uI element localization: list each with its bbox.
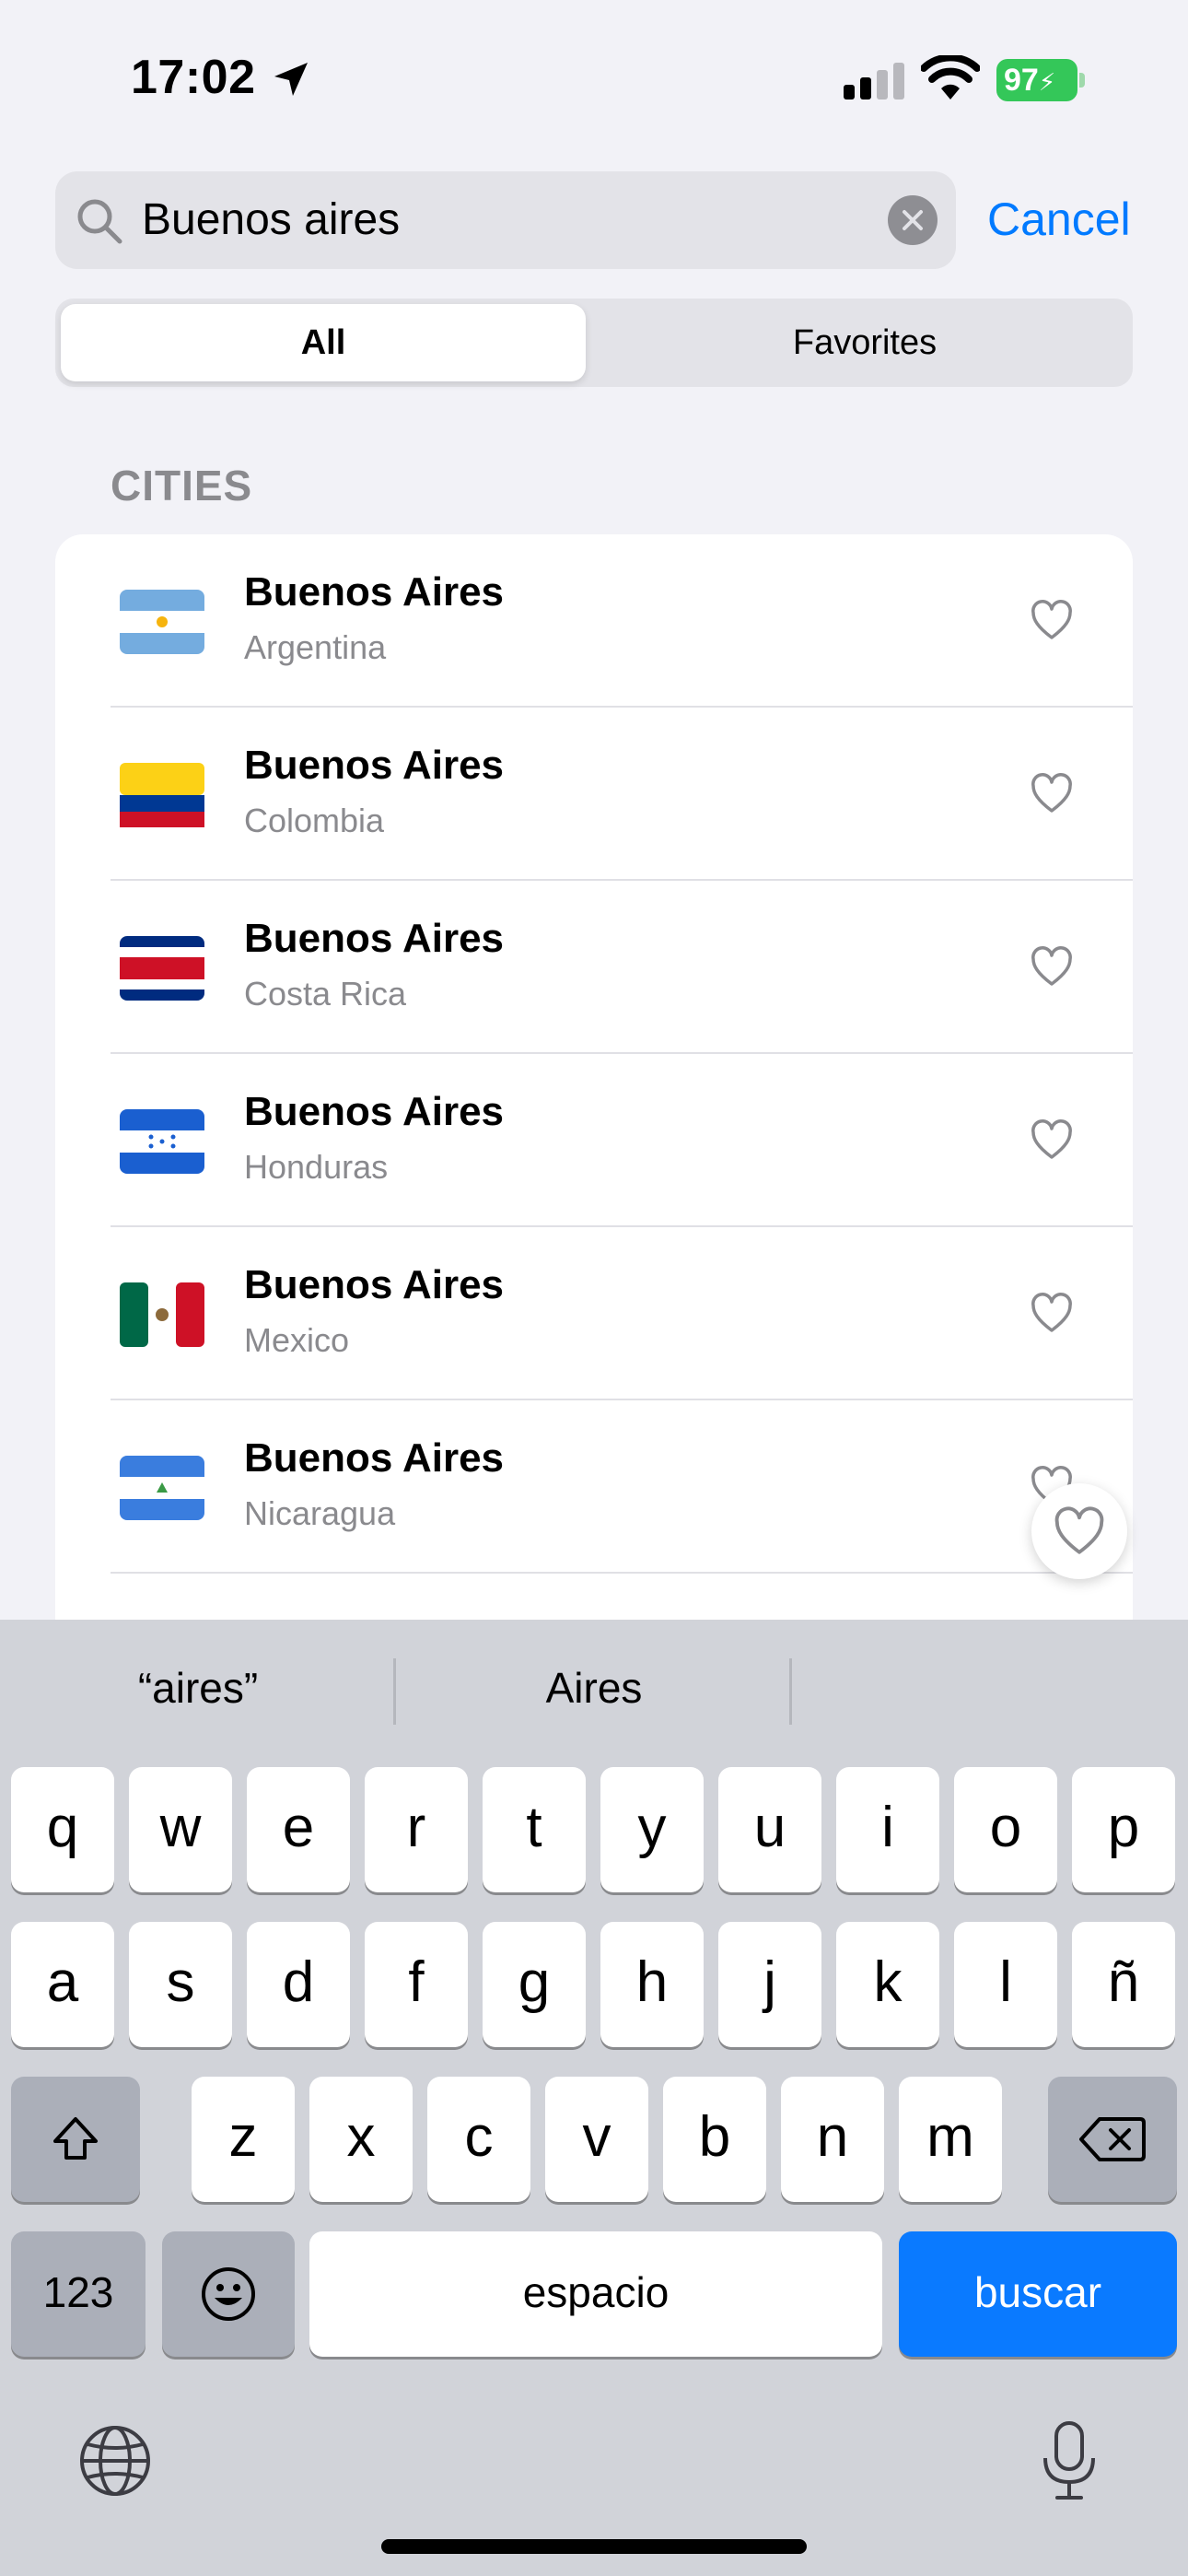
key-k[interactable]: k: [836, 1922, 939, 2047]
results-list: Buenos Aires Argentina Buenos Aires Colo…: [55, 534, 1133, 1622]
search-field[interactable]: Buenos aires: [55, 171, 956, 269]
country-name: Colombia: [244, 802, 385, 839]
home-indicator: [381, 2539, 807, 2554]
key-p[interactable]: p: [1072, 1767, 1175, 1892]
city-name: Buenos Aires: [244, 916, 505, 961]
wifi-icon: [921, 55, 980, 100]
predictive-bar: “aires” Aires: [0, 1620, 1188, 1758]
key-u[interactable]: u: [718, 1767, 821, 1892]
cellular-signal-icon: [844, 63, 904, 100]
screen: 17:02 97⚡ Buenos aires Cancel All Favori…: [0, 0, 1188, 2576]
list-item[interactable]: Buenos Aires Mexico: [55, 1227, 1133, 1400]
key-e[interactable]: e: [247, 1767, 350, 1892]
key-r[interactable]: r: [365, 1767, 468, 1892]
row-divider: [111, 1572, 1133, 1574]
list-item[interactable]: Buenos Aires Argentina: [55, 534, 1133, 708]
key-a[interactable]: a: [11, 1922, 114, 2047]
key-q[interactable]: q: [11, 1767, 114, 1892]
country-name: Honduras: [244, 1148, 389, 1186]
city-name: Buenos Aires: [244, 1435, 505, 1481]
key-h[interactable]: h: [600, 1922, 704, 2047]
colombia-flag-icon: [120, 763, 204, 827]
key-s[interactable]: s: [129, 1922, 232, 2047]
microphone-icon[interactable]: [1039, 2419, 1100, 2502]
globe-icon[interactable]: [77, 2423, 153, 2499]
search-return-key[interactable]: buscar: [899, 2231, 1177, 2357]
heart-icon: [1054, 1506, 1104, 1554]
segment-favorites[interactable]: Favorites: [602, 304, 1127, 381]
key-o[interactable]: o: [954, 1767, 1057, 1892]
emoji-key[interactable]: [162, 2231, 295, 2357]
clear-search-button[interactable]: [888, 195, 938, 245]
list-item[interactable]: Buenos Aires Costa Rica: [55, 881, 1133, 1054]
key-b[interactable]: b: [663, 2077, 766, 2202]
cancel-button[interactable]: Cancel: [987, 184, 1131, 254]
country-name: Nicaragua: [244, 1494, 396, 1532]
argentina-flag-icon: [120, 590, 204, 654]
country-name: Mexico: [244, 1321, 350, 1359]
heart-icon[interactable]: [1030, 599, 1074, 643]
key-l[interactable]: l: [954, 1922, 1057, 2047]
list-item[interactable]: Buenos Aires Colombia: [55, 708, 1133, 881]
key-i[interactable]: i: [836, 1767, 939, 1892]
key-n[interactable]: n: [781, 2077, 884, 2202]
segmented-control: All Favorites: [55, 299, 1133, 387]
suggestion[interactable]: Aires: [405, 1653, 783, 1723]
keyboard: “aires” Aires q w e r t y u i o p a s d …: [0, 1620, 1188, 2576]
key-c[interactable]: c: [427, 2077, 530, 2202]
section-header-cities: CITIES: [111, 462, 253, 509]
emoji-icon: [202, 2267, 255, 2321]
status-time: 17:02: [131, 51, 256, 104]
location-arrow-icon: [274, 63, 308, 96]
key-t[interactable]: t: [483, 1767, 586, 1892]
city-name: Buenos Aires: [244, 743, 505, 788]
city-name: Buenos Aires: [244, 1089, 505, 1134]
honduras-flag-icon: [120, 1109, 204, 1174]
heart-icon[interactable]: [1030, 945, 1074, 989]
key-g[interactable]: g: [483, 1922, 586, 2047]
key-x[interactable]: x: [309, 2077, 413, 2202]
battery-level: 97⚡: [996, 59, 1077, 101]
key-m[interactable]: m: [899, 2077, 1002, 2202]
heart-icon[interactable]: [1030, 1292, 1074, 1336]
shift-icon: [53, 2117, 98, 2160]
search-icon: [77, 199, 122, 244]
country-name: Costa Rica: [244, 975, 407, 1013]
key-y[interactable]: y: [600, 1767, 704, 1892]
shift-key[interactable]: [11, 2077, 140, 2202]
key-j[interactable]: j: [718, 1922, 821, 2047]
suggestion[interactable]: “aires”: [9, 1653, 387, 1723]
space-key[interactable]: espacio: [309, 2231, 882, 2357]
heart-icon[interactable]: [1030, 772, 1074, 816]
key-f[interactable]: f: [365, 1922, 468, 2047]
segment-all[interactable]: All: [61, 304, 586, 381]
key-w[interactable]: w: [129, 1767, 232, 1892]
favorites-floating-button[interactable]: [1031, 1483, 1127, 1579]
key-v[interactable]: v: [545, 2077, 648, 2202]
key-d[interactable]: d: [247, 1922, 350, 2047]
city-name: Buenos Aires: [244, 569, 505, 615]
key-z[interactable]: z: [192, 2077, 295, 2202]
costa-rica-flag-icon: [120, 936, 204, 1001]
list-item[interactable]: Buenos Aires Honduras: [55, 1054, 1133, 1227]
list-item[interactable]: Buenos Aires Nicaragua: [55, 1400, 1133, 1574]
numbers-key[interactable]: 123: [11, 2231, 146, 2357]
key-n-tilde[interactable]: ñ: [1072, 1922, 1175, 2047]
status-bar: 17:02 97⚡: [0, 0, 1188, 157]
nicaragua-flag-icon: [120, 1456, 204, 1520]
mexico-flag-icon: [120, 1282, 204, 1347]
delete-key[interactable]: [1048, 2077, 1177, 2202]
city-name: Buenos Aires: [244, 1262, 505, 1307]
country-name: Argentina: [244, 628, 387, 666]
battery-icon: 97⚡: [996, 59, 1085, 101]
heart-icon[interactable]: [1030, 1118, 1074, 1163]
close-icon: [903, 210, 923, 230]
backspace-icon: [1079, 2117, 1146, 2161]
search-input[interactable]: Buenos aires: [142, 171, 400, 269]
